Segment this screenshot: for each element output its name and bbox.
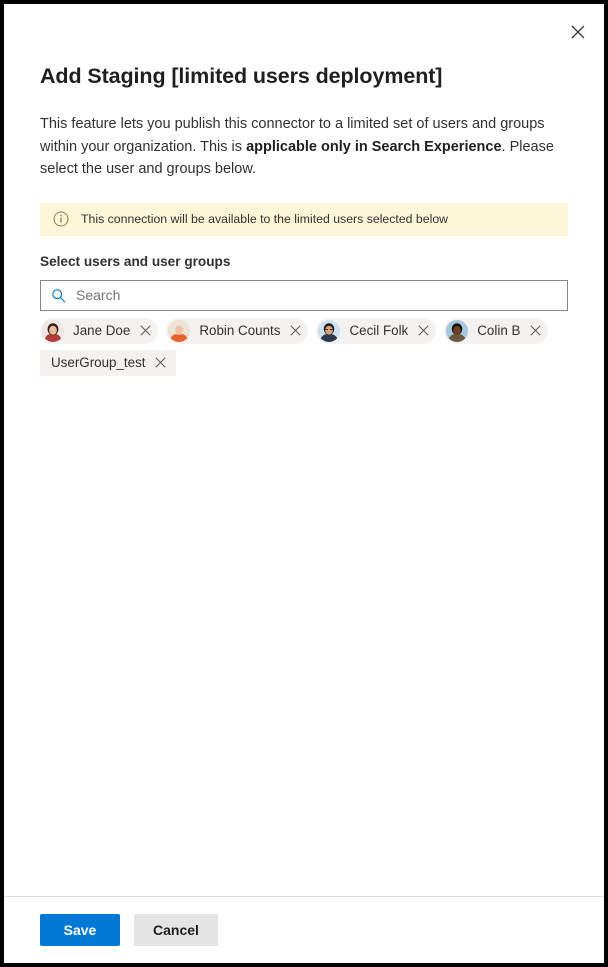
close-icon [530,325,541,336]
info-banner-text: This connection will be available to the… [81,212,449,226]
list-item-label: Colin B [477,322,521,338]
select-users-label: Select users and user groups [40,253,231,269]
list-item-label: UserGroup_test [51,354,146,370]
close-icon [290,325,301,336]
page-title: Add Staging [limited users deployment] [40,64,443,88]
description-emphasis: applicable only in Search Experience [246,138,502,155]
remove-chip-button[interactable] [284,320,306,342]
info-banner: This connection will be available to the… [40,202,568,236]
dialog-content: Add Staging [limited users deployment] T… [4,4,604,897]
dialog-footer: Save Cancel [4,897,604,963]
list-item-label: Jane Doe [73,322,131,338]
cancel-button[interactable]: Cancel [134,914,218,946]
search-input[interactable] [76,285,557,305]
list-item[interactable]: UserGroup_test [40,349,176,376]
list-item-label: Cecil Folk [349,322,409,338]
close-icon [418,325,429,336]
avatar [318,319,341,342]
remove-chip-button[interactable] [412,320,434,342]
close-icon [155,357,166,368]
list-item[interactable]: Colin B [444,317,549,344]
list-item[interactable]: Robin Counts [166,317,309,344]
avatar [42,319,64,342]
remove-chip-button[interactable] [134,320,156,342]
add-staging-dialog: Add Staging [limited users deployment] T… [4,4,604,963]
avatar [168,319,191,342]
save-button[interactable]: Save [40,914,120,946]
search-icon [51,288,66,303]
remove-chip-button[interactable] [524,320,546,342]
close-icon [140,325,151,336]
avatar [446,319,469,342]
list-item[interactable]: Jane Doe [40,317,159,344]
info-circle-icon [53,211,69,227]
list-item-label: Robin Counts [199,322,281,338]
list-item[interactable]: Cecil Folk [316,317,437,344]
user-search-box[interactable] [40,279,568,311]
dialog-description: This feature lets you publish this conne… [40,90,568,181]
selected-users-chip-list: Jane Doe Robin Counts Cecil Folk Colin B… [40,317,568,376]
remove-chip-button[interactable] [150,352,172,374]
